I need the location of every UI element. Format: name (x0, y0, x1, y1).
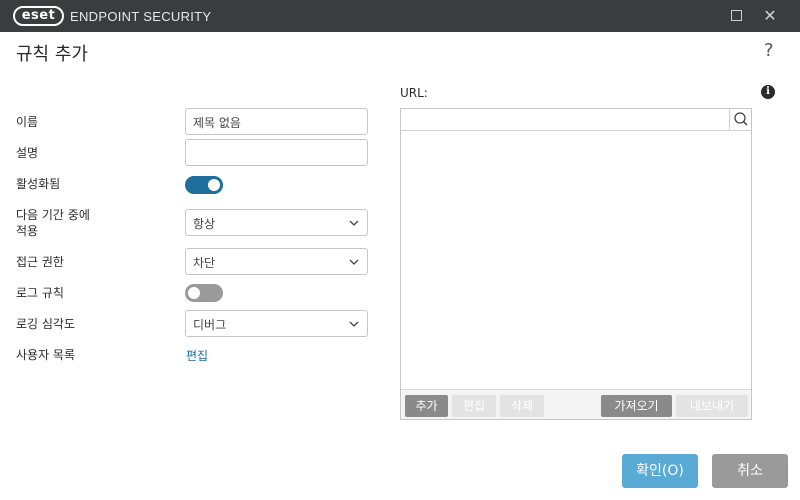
export-button[interactable]: 내보내기 (676, 395, 748, 417)
log-severity-label: 로깅 심각도 (16, 317, 76, 331)
description-label: 설명 (16, 146, 39, 160)
access-label: 접근 권한 (16, 255, 64, 269)
url-label: URL: (400, 86, 428, 100)
enabled-label: 활성화됨 (16, 177, 61, 191)
apply-during-label-line1: 다음 기간 중에 (16, 208, 90, 222)
add-button[interactable]: 추가 (405, 395, 448, 417)
apply-during-value: 항상 (193, 217, 216, 231)
chevron-down-icon (349, 220, 359, 226)
access-select[interactable]: 차단 (185, 248, 368, 275)
title-bar: eset ENDPOINT SECURITY ✕ (0, 0, 800, 32)
log-severity-value: 디버그 (193, 318, 227, 332)
enabled-toggle[interactable] (185, 176, 223, 194)
search-icon (734, 112, 748, 126)
log-rule-label: 로그 규칙 (16, 286, 64, 300)
user-list-label: 사용자 목록 (16, 348, 76, 362)
edit-button[interactable]: 편집 (452, 395, 496, 417)
user-list-edit-link[interactable]: 편집 (186, 347, 208, 364)
chevron-down-icon (349, 321, 359, 327)
eset-logo: eset (13, 6, 64, 26)
cancel-button[interactable]: 취소 (712, 454, 788, 488)
maximize-icon[interactable] (731, 10, 742, 21)
description-field[interactable] (185, 139, 368, 166)
name-field[interactable]: 제목 없음 (185, 108, 368, 135)
delete-button[interactable]: 삭제 (500, 395, 544, 417)
toggle-knob (208, 179, 220, 191)
close-icon[interactable]: ✕ (763, 7, 777, 24)
log-rule-toggle[interactable] (185, 284, 223, 302)
apply-during-label: 다음 기간 중에 적용 (16, 207, 90, 239)
search-button[interactable] (729, 109, 751, 130)
url-toolbar: 추가 편집 삭제 가져오기 내보내기 (401, 389, 751, 419)
info-icon[interactable]: i (761, 85, 775, 99)
ok-button[interactable]: 확인(O) (622, 454, 698, 488)
import-button[interactable]: 가져오기 (601, 395, 672, 417)
access-value: 차단 (193, 256, 216, 270)
chevron-down-icon (349, 259, 359, 265)
product-name: ENDPOINT SECURITY (70, 9, 212, 24)
apply-during-select[interactable]: 항상 (185, 209, 368, 236)
url-search-input[interactable] (401, 109, 751, 131)
url-list[interactable] (401, 131, 751, 389)
name-label: 이름 (16, 115, 39, 129)
url-panel: 추가 편집 삭제 가져오기 내보내기 (400, 108, 752, 420)
toggle-knob (188, 287, 200, 299)
apply-during-label-line2: 적용 (16, 224, 39, 238)
name-value: 제목 없음 (193, 116, 241, 130)
help-icon[interactable]: ? (764, 40, 774, 61)
dialog-title: 규칙 추가 (16, 44, 88, 65)
log-severity-select[interactable]: 디버그 (185, 310, 368, 337)
